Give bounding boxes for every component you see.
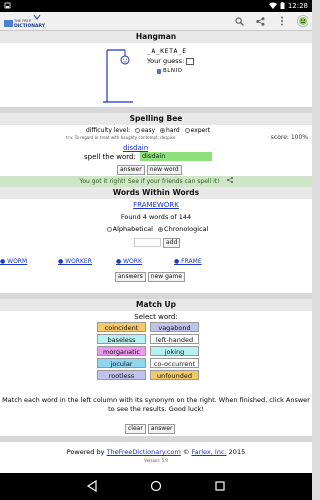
difficulty-label: difficulty level:: [86, 127, 131, 134]
nav-bar: [0, 473, 312, 500]
result-banner: You got it right! See if your friends ca…: [0, 176, 312, 187]
word-definition: tr.v. To regard or treat with haughty co…: [66, 135, 176, 140]
level-easy-label: easy: [141, 127, 156, 134]
found-count: Found 4 words of 144: [120, 213, 192, 221]
share-icon[interactable]: [255, 16, 266, 27]
match-right-word[interactable]: unfounded: [150, 370, 199, 380]
radio-alphabetical[interactable]: [106, 226, 112, 232]
word-item[interactable]: ● WORK: [116, 258, 142, 265]
level-hard-label: hard: [166, 127, 180, 134]
app-bar: THE FREE DICTIONARY: [0, 12, 312, 31]
word-link[interactable]: disdain: [123, 144, 148, 152]
match-instructions: Match each word in the left column with …: [2, 396, 310, 413]
match-buttons: clear answer: [125, 424, 176, 434]
hangman-section: _A_KETA_E Your guess: BLNIO: [0, 43, 312, 107]
match-right-word[interactable]: left-handed: [150, 334, 199, 344]
match-title: Match Up: [0, 299, 312, 311]
svg-text:THE FREE: THE FREE: [13, 19, 31, 23]
difficulty-row: difficulty level: easy hard expert: [86, 127, 210, 134]
app-logo: THE FREE DICTIONARY: [4, 14, 56, 29]
word-item[interactable]: ● WORM: [0, 258, 27, 265]
radio-chronological[interactable]: [158, 226, 164, 232]
footer: Powered by TheFreeDictionary.com © Farle…: [0, 442, 312, 470]
order-alpha-label: Alphabetical: [112, 225, 153, 233]
words-section: FRAMEWORK Found 4 words of 144 Alphabeti…: [0, 199, 312, 293]
words-title: Words Within Words: [0, 187, 312, 199]
notification-icon: [4, 2, 11, 11]
used-letters: BLNIO: [163, 68, 183, 74]
footer-year: 2015: [228, 448, 246, 456]
spelling-section: difficulty level: easy hard expert tr.v.…: [0, 125, 312, 187]
result-text: You got it right! See if your friends ca…: [79, 178, 220, 185]
answer-button[interactable]: answer: [117, 165, 145, 175]
add-button[interactable]: add: [163, 238, 181, 248]
guess-input[interactable]: [186, 57, 195, 65]
word-item[interactable]: ● WORKER: [58, 258, 92, 265]
tfd-link[interactable]: TheFreeDictionary.com: [107, 448, 181, 456]
match-right-word[interactable]: vagabond: [150, 322, 199, 332]
select-word-label: Select word:: [134, 313, 178, 321]
match-answer-button[interactable]: answer: [147, 424, 176, 434]
match-section: Select word: coincident vagabond baseless l…: [0, 311, 312, 436]
level-expert-label: expert: [190, 127, 211, 134]
match-left-word[interactable]: coincident: [97, 322, 146, 332]
words-buttons: answers new game: [115, 272, 186, 282]
match-left-word[interactable]: morganatic: [97, 346, 146, 356]
clear-button[interactable]: clear: [125, 424, 146, 434]
radio-expert[interactable]: [184, 128, 190, 133]
gallows-drawing: [103, 49, 133, 103]
word-input[interactable]: [134, 238, 161, 247]
order-chrono-label: Chronological: [164, 225, 209, 233]
radio-easy[interactable]: [135, 128, 141, 133]
match-left-word[interactable]: baseless: [97, 334, 146, 344]
powered-by: Powered by: [66, 448, 105, 456]
farlex-link[interactable]: Farlex, Inc.: [191, 448, 226, 456]
used-letters-row: BLNIO: [157, 68, 182, 74]
word-item[interactable]: ● FRAME: [174, 258, 202, 265]
search-icon[interactable]: [234, 16, 245, 27]
battery-icon: [280, 1, 285, 11]
new-game-button[interactable]: new game: [147, 272, 186, 282]
spell-input[interactable]: disdain: [140, 152, 212, 161]
match-left-word[interactable]: jocular: [97, 358, 146, 368]
status-bar: 12:28: [0, 0, 312, 12]
match-right-word[interactable]: joking: [150, 346, 199, 356]
answers-button[interactable]: answers: [115, 272, 146, 282]
recents-icon[interactable]: [214, 477, 226, 496]
hangman-guess-row: Your guess:: [147, 57, 195, 65]
back-icon[interactable]: [86, 477, 98, 496]
match-right-word[interactable]: co-occurrent: [150, 358, 199, 368]
source-word-link[interactable]: FRAMEWORK: [0, 201, 312, 209]
copyright-sign: ©: [182, 448, 190, 456]
lock-icon: [157, 68, 161, 74]
guess-label: Your guess:: [147, 57, 185, 65]
status-time: 12:28: [287, 2, 308, 10]
svg-text:DICTIONARY: DICTIONARY: [14, 23, 46, 29]
radio-hard[interactable]: [160, 128, 166, 133]
score-label: score: 100%: [270, 134, 308, 141]
more-icon[interactable]: [276, 16, 287, 27]
version-label: Version: 5.9: [144, 458, 168, 463]
wifi-icon: [268, 2, 277, 11]
hangman-title: Hangman: [0, 31, 312, 43]
spelling-buttons: answer new word: [117, 165, 182, 175]
footer-text: Powered by TheFreeDictionary.com © Farle…: [0, 448, 312, 456]
match-left-word[interactable]: rootless: [97, 370, 146, 380]
share-icon[interactable]: [226, 177, 233, 185]
order-row: Alphabetical Chronological: [0, 225, 312, 233]
face-icon[interactable]: [297, 15, 308, 27]
games-content: Hangman _A_KETA_E Your guess: BLNIO Spel…: [0, 31, 312, 473]
spell-label: spell the word:: [84, 153, 136, 161]
hangman-word: _A_KETA_E: [147, 47, 187, 55]
home-icon[interactable]: [150, 477, 162, 496]
spelling-title: Spelling Bee: [0, 113, 312, 125]
new-word-button[interactable]: new word: [146, 165, 182, 175]
